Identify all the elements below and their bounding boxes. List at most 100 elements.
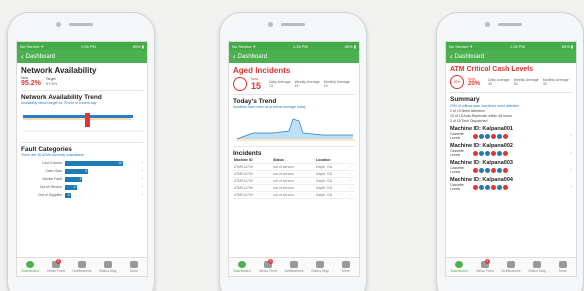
fault-row[interactable]: Device Fault 3 › xyxy=(21,175,143,183)
screen: No Service ✈ 1:26 PM 85% ▮ ‹ Dashboard A… xyxy=(228,41,360,277)
chevron-right-icon: › xyxy=(141,168,143,174)
table-cell: ATM014709 xyxy=(233,191,273,199)
fault-bar: 1 xyxy=(65,192,71,198)
tab-news-feed[interactable]: News Feed 2 xyxy=(255,258,281,276)
machine-item[interactable]: Machine ID: Kalpana004 Cassette Levels › xyxy=(450,177,572,191)
cassette-dot xyxy=(491,133,496,139)
tab-status-map[interactable]: Status Map xyxy=(307,258,333,276)
tab-news-feed[interactable]: News Feed 2 xyxy=(472,258,498,276)
tab-notifications[interactable]: Notifications xyxy=(498,258,524,276)
tab-dashboard[interactable]: Dashboard xyxy=(446,258,472,276)
stat-value: 30 xyxy=(488,82,492,86)
clock: 1:26 PM xyxy=(509,43,525,49)
notification-badge: 2 xyxy=(485,259,490,264)
tab-icon xyxy=(104,261,112,268)
tab-icon xyxy=(455,261,463,268)
tab-icon xyxy=(507,261,515,268)
machine-item[interactable]: Machine ID: Kalpana001 Cassette Levels › xyxy=(450,126,572,140)
table-cell: ATM014709 xyxy=(233,184,273,192)
tab-icon xyxy=(316,261,324,268)
average-stats: Daily Average 30 Weekly Average 33 Monthly A… xyxy=(488,78,569,86)
tab-bar: Dashboard News Feed 2 Notifications Status M… xyxy=(229,257,359,276)
stat-block: Daily Average 30 xyxy=(488,78,510,86)
cassette-level-dots xyxy=(473,150,508,156)
status-bar: No Service ✈ 1:26 PM 85% ▮ xyxy=(229,42,359,50)
cassette-dot xyxy=(485,184,490,190)
tab-label: News Feed xyxy=(476,269,494,273)
tab-status-map[interactable]: Status Map xyxy=(524,258,550,276)
camera xyxy=(485,22,490,27)
fault-row[interactable]: Out of Supplies 1 › xyxy=(21,191,143,199)
tab-label: Notifications xyxy=(72,269,92,273)
table-row[interactable]: ATM014709 out of service Dayth, GA › xyxy=(233,163,355,171)
back-button[interactable]: Dashboard xyxy=(455,54,484,60)
speaker xyxy=(498,23,522,26)
incidents-title: Incidents xyxy=(233,150,262,157)
notification-badge: 2 xyxy=(268,259,273,264)
fault-row[interactable]: Lost Comms 10 › xyxy=(21,159,143,167)
back-button[interactable]: Dashboard xyxy=(26,54,55,60)
cassette-dot xyxy=(491,150,496,156)
chevron-right-icon: › xyxy=(141,192,143,198)
tab-label: Dashboard xyxy=(233,269,251,273)
table-cell: ATM014709 xyxy=(233,177,273,185)
fault-row[interactable]: Out of Service 2 › xyxy=(21,183,143,191)
table-row[interactable]: ATM014709 out of service Dayth, GA › xyxy=(233,184,355,192)
summary-line: 10 of 15 Auto-Replenish within 48 hours xyxy=(450,114,512,118)
chevron-right-icon: › xyxy=(349,177,355,185)
table-cell: out of service xyxy=(272,170,315,178)
stage: No Service ✈ 1:26 PM 85% ▮ ‹ Dashboard N… xyxy=(0,0,584,291)
summary-line: 20% of critical cash machines need atten… xyxy=(450,104,520,108)
back-button[interactable]: Dashboard xyxy=(238,54,267,60)
tab-notifications[interactable]: Notifications xyxy=(69,258,95,276)
page-title: Network Availability xyxy=(21,66,97,75)
nav-bar: ‹ Dashboard xyxy=(17,50,147,63)
stat-block: Weekly Average 15 xyxy=(295,80,320,88)
stat-value: 33 xyxy=(542,82,547,86)
now-value: 95.2% xyxy=(21,80,41,87)
tab-icon xyxy=(290,261,298,268)
summary-title: Summary xyxy=(450,96,480,103)
fault-row[interactable]: Cash Outs 4 › xyxy=(21,167,143,175)
stat-value: 33 xyxy=(513,82,518,86)
tab-more[interactable]: More xyxy=(121,258,147,276)
cassette-dot xyxy=(473,167,478,173)
chevron-right-icon: › xyxy=(349,163,355,171)
machine-item[interactable]: Machine ID: Kalpana002 Cassette Levels › xyxy=(450,143,572,157)
back-chevron-icon[interactable]: ‹ xyxy=(21,52,24,61)
trend-area xyxy=(237,119,353,139)
camera xyxy=(268,22,273,27)
cassette-dot xyxy=(479,133,484,139)
cassette-dot xyxy=(485,150,490,156)
trend-title: Network Availability Trend xyxy=(21,94,102,101)
cassette-level-dots xyxy=(473,184,508,190)
tab-dashboard[interactable]: Dashboard xyxy=(229,258,255,276)
fault-bar: 4 xyxy=(65,168,89,174)
table-cell: Dayth, GA xyxy=(314,170,350,178)
back-chevron-icon[interactable]: ‹ xyxy=(233,52,236,61)
chevron-right-icon: › xyxy=(570,150,572,156)
tab-label: Status Map xyxy=(528,269,546,273)
cassette-level-dots xyxy=(473,133,508,139)
chevron-right-icon: › xyxy=(349,191,355,199)
tab-news-feed[interactable]: News Feed 2 xyxy=(43,258,69,276)
summary-list: 20% of critical cash machines need atten… xyxy=(450,104,572,123)
table-cell: Dayth, GA xyxy=(314,191,350,199)
cassette-dot xyxy=(503,150,508,156)
tab-more[interactable]: More xyxy=(550,258,576,276)
cassette-dot xyxy=(503,133,508,139)
back-chevron-icon[interactable]: ‹ xyxy=(450,52,453,61)
tab-label: Status Map xyxy=(311,269,329,273)
tab-notifications[interactable]: Notifications xyxy=(281,258,307,276)
tab-icon xyxy=(342,261,350,268)
table-cell: Dayth, GA xyxy=(314,163,350,171)
tab-status-map[interactable]: Status Map xyxy=(95,258,121,276)
status-bar: No Service ✈ 1:26 PM 85% ▮ xyxy=(446,42,576,50)
table-row[interactable]: ATM014709 out of service Dayth, GA › xyxy=(233,170,355,178)
machine-item[interactable]: Machine ID: Kalpana003 Cassette Levels › xyxy=(450,160,572,174)
tab-dashboard[interactable]: Dashboard xyxy=(17,258,43,276)
table-row[interactable]: ATM014709 out of service Dayth, GA › xyxy=(233,191,355,199)
tab-icon xyxy=(559,261,567,268)
tab-more[interactable]: More xyxy=(333,258,359,276)
table-row[interactable]: ATM014709 out of service Dayth, GA › xyxy=(233,177,355,185)
